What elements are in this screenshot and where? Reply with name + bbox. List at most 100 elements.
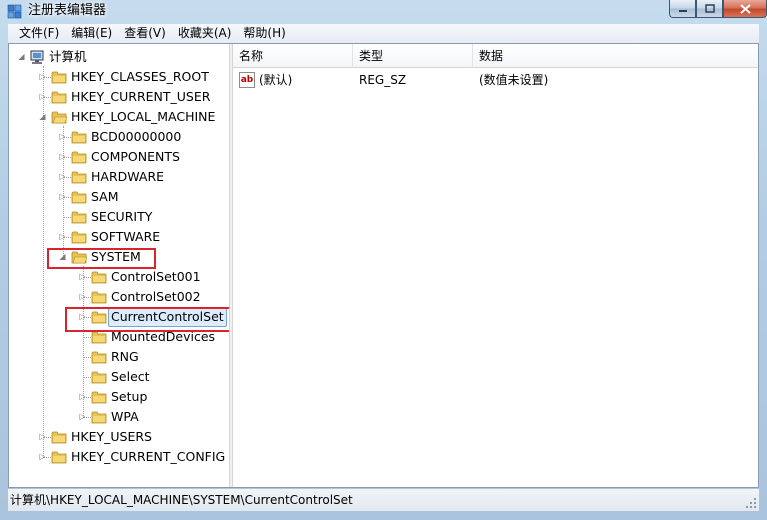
tree-label: SAM [91,189,119,204]
tree-node-hkcr[interactable]: ▷ HKEY_CLASSES_ROOT [9,67,229,87]
folder-icon [91,271,107,284]
menu-help[interactable]: 帮助(H) [238,24,290,43]
column-header-data[interactable]: 数据 [473,44,758,68]
maximize-button[interactable] [696,0,723,18]
tree-node-rng[interactable]: RNG [9,347,229,367]
maximize-icon [704,4,715,13]
folder-icon [71,171,87,184]
tree-node-bcd[interactable]: ▷ BCD00000000 [9,127,229,147]
tree-label: HARDWARE [91,169,165,184]
folder-icon [91,371,107,384]
tree-label: SECURITY [91,209,153,224]
expand-arrow-icon[interactable]: ▷ [58,172,67,181]
tree-node-setup[interactable]: ▷ Setup [9,387,229,407]
tree-node-computer[interactable]: ◢ 计算机 [9,47,229,67]
highlight-box-currentcontrolset [65,307,243,332]
registry-tree[interactable]: ◢ 计算机 ▷ HKEY_CLASSES_ROOT ▷ HKEY_CURRENT… [9,44,243,487]
expand-arrow-icon[interactable]: ▷ [38,452,47,461]
minimize-icon [678,9,687,12]
folder-icon [91,411,107,424]
folder-icon [51,71,67,84]
tree-node-security[interactable]: SECURITY [9,207,229,227]
highlight-box-system [47,248,156,269]
folder-icon [71,151,87,164]
tree-node-hklm[interactable]: ◢ HKEY_LOCAL_MACHINE [9,107,229,127]
tree-label: 计算机 [49,49,87,64]
expand-arrow-icon[interactable]: ▷ [78,412,87,421]
expand-arrow-icon[interactable]: ▷ [58,232,67,241]
tree-node-controlset001[interactable]: ▷ ControlSet001 [9,267,229,287]
folder-icon [71,191,87,204]
folder-icon [91,391,107,404]
resize-grip-icon[interactable] [745,497,757,509]
open-folder-icon [51,111,67,124]
tree-node-sam[interactable]: ▷ SAM [9,187,229,207]
menu-bar: 文件(F) 编辑(E) 查看(V) 收藏夹(A) 帮助(H) [8,24,759,43]
values-list[interactable]: 名称 类型 数据 ab (默认) REG_SZ (数值未设置) [233,44,758,487]
folder-icon [51,91,67,104]
caption-buttons [669,0,767,18]
list-row[interactable]: ab (默认) REG_SZ (数值未设置) [233,70,758,90]
window-title: 注册表编辑器 [28,3,107,18]
close-button[interactable] [723,0,767,18]
minimize-button[interactable] [669,0,696,18]
collapse-arrow-icon[interactable]: ◢ [17,52,26,61]
folder-icon [91,351,107,364]
list-header: 名称 类型 数据 [233,44,758,68]
status-bar: 计算机\HKEY_LOCAL_MACHINE\SYSTEM\CurrentCon… [8,489,759,511]
title-bar[interactable]: 注册表编辑器 [0,0,767,22]
value-name: (默认) [259,73,293,87]
tree-label: Select [111,369,150,384]
tree-label: SOFTWARE [91,229,161,244]
value-data: (数值未设置) [479,73,549,87]
tree-node-software[interactable]: ▷ SOFTWARE [9,227,229,247]
tree-node-components[interactable]: ▷ COMPONENTS [9,147,229,167]
folder-icon [51,431,67,444]
tree-node-select[interactable]: Select [9,367,229,387]
tree-label: HKEY_CURRENT_CONFIG [71,449,226,464]
folder-icon [71,231,87,244]
column-header-type[interactable]: 类型 [353,44,473,68]
status-path: 计算机\HKEY_LOCAL_MACHINE\SYSTEM\CurrentCon… [10,493,353,507]
tree-node-hkcc[interactable]: ▷ HKEY_CURRENT_CONFIG [9,447,229,467]
client-area: ◢ 计算机 ▷ HKEY_CLASSES_ROOT ▷ HKEY_CURRENT… [8,43,759,488]
tree-node-hkcu[interactable]: ▷ HKEY_CURRENT_USER [9,87,229,107]
folder-icon [51,451,67,464]
tree-label: HKEY_LOCAL_MACHINE [71,109,216,124]
expand-arrow-icon[interactable]: ▷ [78,272,87,281]
tree-label: Setup [111,389,148,404]
menu-edit[interactable]: 编辑(E) [66,24,117,43]
tree-node-controlset002[interactable]: ▷ ControlSet002 [9,287,229,307]
tree-label: HKEY_CURRENT_USER [71,89,211,104]
menu-favorites[interactable]: 收藏夹(A) [173,24,237,43]
expand-arrow-icon[interactable]: ▷ [58,192,67,201]
registry-editor-window: 注册表编辑器 文件(F) 编辑(E) 查看(V) 收藏夹(A) 帮助(H) ◢ … [0,0,767,520]
expand-arrow-icon[interactable]: ▷ [78,292,87,301]
value-type: REG_SZ [359,73,407,87]
string-value-icon: ab [239,72,255,88]
expand-arrow-icon[interactable]: ▷ [38,432,47,441]
column-header-name[interactable]: 名称 [233,44,353,68]
tree-label: ControlSet001 [111,269,201,284]
tree-label: RNG [111,349,139,364]
tree-label: WPA [111,409,139,424]
tree-label: ControlSet002 [111,289,201,304]
folder-icon [71,211,87,224]
tree-label: HKEY_USERS [71,429,152,444]
expand-arrow-icon[interactable]: ▷ [58,132,67,141]
tree-label: HKEY_CLASSES_ROOT [71,69,209,84]
close-icon [739,3,751,14]
collapse-arrow-icon[interactable]: ◢ [38,112,47,121]
expand-arrow-icon[interactable]: ▷ [38,92,47,101]
expand-arrow-icon[interactable]: ▷ [78,392,87,401]
expand-arrow-icon[interactable]: ▷ [38,72,47,81]
folder-icon [71,131,87,144]
tree-node-hardware[interactable]: ▷ HARDWARE [9,167,229,187]
tree-label: BCD00000000 [91,129,182,144]
tree-label: COMPONENTS [91,149,180,164]
expand-arrow-icon[interactable]: ▷ [58,152,67,161]
menu-view[interactable]: 查看(V) [119,24,171,43]
menu-file[interactable]: 文件(F) [14,24,64,43]
tree-node-wpa[interactable]: ▷ WPA [9,407,229,427]
tree-node-hku[interactable]: ▷ HKEY_USERS [9,427,229,447]
